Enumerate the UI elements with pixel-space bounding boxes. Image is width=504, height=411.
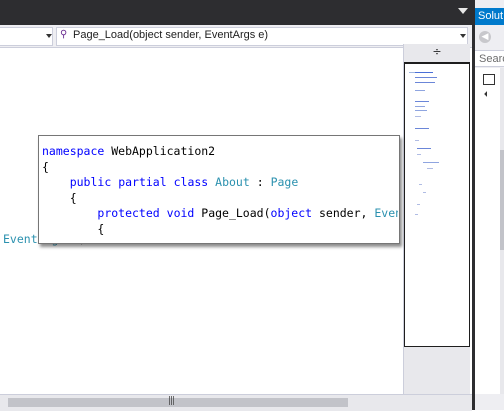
code-token: {: [42, 159, 49, 174]
splitter-icon[interactable]: ÷: [431, 46, 443, 57]
code-line: {: [42, 222, 398, 238]
type-token: Page: [270, 175, 299, 189]
member-dropdown-label: Page_Load(object sender, EventArgs e): [73, 29, 269, 41]
chevron-down-icon: [460, 34, 466, 38]
solution-icon: [483, 74, 495, 85]
code-token: :: [249, 175, 271, 189]
code-line: public partial class About : Page: [42, 175, 398, 191]
keyword-token: namespace: [42, 144, 105, 158]
keyword-token: public: [69, 175, 112, 189]
code-line: namespace WebApplication2: [42, 144, 398, 160]
map-viewport[interactable]: [404, 62, 470, 347]
chevron-down-icon: [46, 34, 52, 38]
code-line: {: [42, 160, 398, 176]
type-token: About: [215, 175, 250, 189]
keyword-token: void: [166, 206, 195, 220]
tooltip-code: namespace WebApplication2{ public partia…: [42, 144, 398, 237]
grip-icon: |||: [168, 396, 175, 406]
horizontal-scrollbar[interactable]: |||: [0, 394, 472, 411]
horizontal-scroll-thumb[interactable]: |||: [8, 396, 348, 407]
back-icon[interactable]: ◀: [479, 31, 491, 43]
code-line: protected void Page_Load(object sender, …: [42, 206, 398, 222]
expand-arrow-icon[interactable]: [484, 91, 490, 97]
panel-scroll-thumb[interactable]: [500, 150, 504, 250]
type-token: Event: [374, 206, 398, 220]
code-token: WebApplication2: [104, 144, 216, 158]
code-preview-tooltip: namespace WebApplication2{ public partia…: [38, 135, 400, 244]
solution-explorer-panel: Solut ◀ Searc: [472, 0, 504, 410]
document-tab-well: [0, 0, 472, 25]
panel-title[interactable]: Solut: [475, 8, 504, 25]
keyword-token: class: [173, 175, 209, 189]
code-token: sender,: [312, 206, 375, 220]
code-token: Page_Load(: [194, 206, 271, 220]
type-dropdown[interactable]: [0, 27, 53, 46]
keyword-token: object: [270, 206, 313, 220]
search-input[interactable]: Searc: [475, 50, 504, 67]
panel-toolbar: ◀: [475, 27, 504, 49]
code-line: {: [42, 191, 398, 207]
code-token: {: [97, 221, 105, 236]
keyword-token: protected: [97, 206, 160, 220]
code-token: {: [69, 190, 77, 205]
keyword-token: partial: [118, 175, 167, 189]
tab-overflow-dropdown-icon[interactable]: [458, 8, 468, 14]
method-icon: ⚲: [60, 29, 68, 40]
map-mode-scrollbar[interactable]: ÷: [403, 44, 470, 394]
